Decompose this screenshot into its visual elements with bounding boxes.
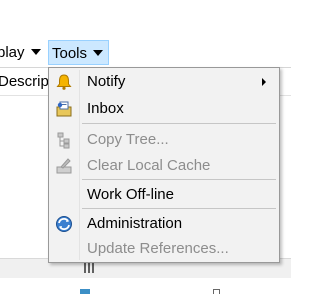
status-strip xyxy=(0,278,291,294)
menu-tools[interactable]: Tools xyxy=(48,40,109,65)
bell-icon xyxy=(55,73,73,91)
menu-item-label: Administration xyxy=(87,215,183,232)
menu-separator xyxy=(82,123,276,124)
menu-item-clear-local-cache: Clear Local Cache xyxy=(51,154,277,177)
menu-item-inbox[interactable]: Inbox xyxy=(51,97,277,120)
clear-cache-icon xyxy=(55,157,73,175)
menu-item-administration[interactable]: Administration xyxy=(51,212,277,235)
submenu-arrow-icon xyxy=(262,78,266,86)
window-top-area xyxy=(0,0,291,38)
menu-item-label: Work Off-line xyxy=(87,186,174,203)
chevron-down-icon xyxy=(93,50,104,56)
menu-item-label: Clear Local Cache xyxy=(87,157,211,174)
menu-item-work-off-line[interactable]: Work Off-line xyxy=(51,183,277,206)
menu-item-label: Notify xyxy=(87,73,126,90)
chevron-down-icon xyxy=(30,49,41,55)
inbox-icon xyxy=(55,100,73,118)
menu-display[interactable]: play xyxy=(0,40,45,65)
scrollbar-grip-icon[interactable] xyxy=(84,263,94,273)
menu-tools-label: Tools xyxy=(52,45,88,62)
tools-dropdown-menu: Notify Inbox Copy Tree... Clear Local Ca… xyxy=(48,67,280,263)
menu-item-notify[interactable]: Notify xyxy=(51,70,277,93)
column-header-description[interactable]: Descrip xyxy=(0,73,49,90)
menu-item-update-references: Update References... xyxy=(51,237,277,260)
menu-item-copy-tree: Copy Tree... xyxy=(51,128,277,151)
menu-item-label: Update References... xyxy=(87,240,229,257)
menu-separator xyxy=(82,179,276,180)
menu-item-label: Inbox xyxy=(87,100,124,117)
menu-item-label: Copy Tree... xyxy=(87,131,169,148)
copy-tree-icon xyxy=(55,131,73,149)
status-box-icon xyxy=(213,289,220,294)
menu-separator xyxy=(82,208,276,209)
menu-bar: play Tools xyxy=(0,38,291,68)
administration-icon xyxy=(55,215,73,233)
menu-display-label: play xyxy=(0,44,25,61)
status-indicator-icon xyxy=(80,289,90,294)
